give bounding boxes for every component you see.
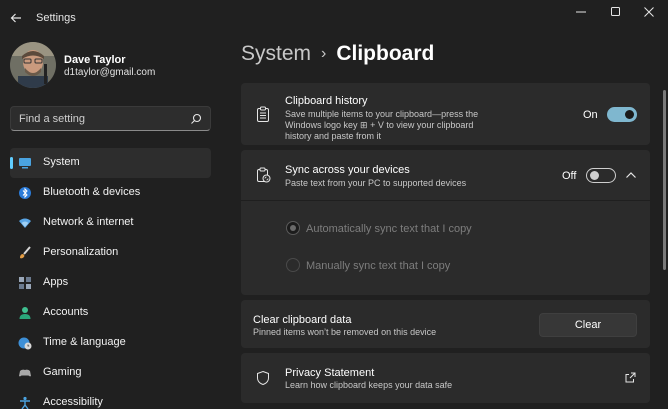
breadcrumb-separator: ›: [321, 45, 327, 62]
sync-title: Sync across your devices: [285, 164, 410, 176]
page-title: Clipboard: [336, 42, 435, 65]
external-link-icon[interactable]: [625, 372, 636, 383]
chevron-up-icon[interactable]: [625, 170, 637, 180]
privacy-description: Learn how clipboard keeps your data safe: [285, 380, 453, 390]
sidebar-item-time-language[interactable]: Time & language: [10, 328, 211, 358]
auto-sync-label: Automatically sync text that I copy: [306, 223, 472, 235]
sidebar-item-label: Apps: [43, 276, 69, 288]
search-input[interactable]: Find a setting: [10, 106, 211, 131]
close-button[interactable]: [634, 4, 664, 20]
privacy-card[interactable]: Privacy Statement Learn how clipboard ke…: [241, 353, 650, 403]
sidebar-item-accessibility[interactable]: Accessibility: [10, 388, 211, 409]
manual-sync-radio[interactable]: [286, 258, 300, 272]
title-bar: Settings: [0, 0, 668, 36]
clipboard-history-card: Clipboard history Save multiple items to…: [241, 83, 650, 145]
back-button[interactable]: [6, 8, 26, 28]
toggle-knob: [625, 110, 634, 119]
toggle-knob: [590, 171, 599, 180]
sidebar-nav: System Bluetooth & devices Network & int…: [10, 148, 211, 409]
sidebar-item-bluetooth[interactable]: Bluetooth & devices: [10, 178, 211, 208]
sidebar-item-personalization[interactable]: Personalization: [10, 238, 211, 268]
clear-data-title: Clear clipboard data: [253, 314, 352, 326]
sync-toggle[interactable]: [586, 168, 616, 183]
sidebar-item-label: Network & internet: [43, 216, 134, 228]
privacy-title: Privacy Statement: [285, 367, 375, 379]
user-email: d1taylor@gmail.com: [64, 67, 156, 78]
sidebar-item-label: Bluetooth & devices: [43, 186, 141, 198]
clipboard-history-state-label: On: [583, 109, 598, 121]
sidebar-item-network[interactable]: Network & internet: [10, 208, 211, 238]
sidebar-item-label: Accounts: [43, 306, 89, 318]
clipboard-history-description-line: history and paste from it: [285, 131, 382, 141]
user-name: Dave Taylor: [64, 54, 126, 66]
search-placeholder: Find a setting: [19, 113, 86, 125]
sidebar-item-apps[interactable]: Apps: [10, 268, 211, 298]
auto-sync-radio[interactable]: [286, 221, 300, 235]
brush-icon: [20, 246, 31, 259]
gamepad-icon: [19, 369, 31, 377]
clipboard-icon: [257, 106, 269, 122]
clipboard-history-title: Clipboard history: [285, 95, 368, 107]
shield-icon: [257, 370, 269, 386]
sync-state-label: Off: [562, 170, 577, 182]
clear-data-description: Pinned items won’t be removed on this de…: [253, 327, 437, 337]
globe-clock-icon: [18, 337, 32, 350]
minimize-icon: [576, 11, 586, 13]
close-icon: [644, 7, 654, 17]
search-icon: [191, 113, 202, 124]
clipboard-sync-icon: [257, 167, 271, 183]
apps-icon: [19, 277, 31, 289]
sync-description: Paste text from your PC to supported dev…: [285, 178, 467, 188]
sidebar-item-label: Personalization: [43, 246, 119, 258]
breadcrumb: System › Clipboard: [241, 42, 434, 66]
sidebar-item-label: Time & language: [43, 336, 126, 348]
manual-sync-label: Manually sync text that I copy: [306, 260, 451, 272]
clipboard-history-toggle[interactable]: [607, 107, 637, 122]
avatar: [10, 42, 56, 88]
clear-button[interactable]: Clear: [539, 313, 637, 337]
sync-card: Sync across your devices Paste text from…: [241, 150, 650, 295]
accessibility-icon: [20, 396, 30, 409]
person-icon: [19, 307, 31, 319]
maximize-button[interactable]: [601, 4, 631, 20]
sidebar-item-system[interactable]: System: [10, 148, 211, 178]
minimize-button[interactable]: [566, 4, 596, 20]
sidebar-item-accounts[interactable]: Accounts: [10, 298, 211, 328]
sidebar-item-label: System: [43, 156, 80, 168]
clipboard-history-description-line: Windows logo key ⊞ + V to view your clip…: [285, 120, 474, 130]
bluetooth-icon: [19, 187, 31, 199]
clear-data-card: Clear clipboard data Pinned items won’t …: [241, 300, 650, 348]
clipboard-history-description-line: Save multiple items to your clipboard—pr…: [285, 109, 479, 119]
maximize-icon: [611, 7, 620, 16]
wifi-icon: [19, 218, 31, 228]
back-arrow-icon: [10, 13, 21, 23]
scrollbar[interactable]: [663, 90, 666, 270]
breadcrumb-parent[interactable]: System: [241, 42, 311, 66]
sidebar-item-gaming[interactable]: Gaming: [10, 358, 211, 388]
divider: [241, 200, 650, 201]
system-icon: [19, 158, 31, 169]
app-title: Settings: [36, 12, 76, 24]
sidebar-item-label: Gaming: [43, 366, 82, 378]
sidebar-item-label: Accessibility: [43, 396, 103, 408]
